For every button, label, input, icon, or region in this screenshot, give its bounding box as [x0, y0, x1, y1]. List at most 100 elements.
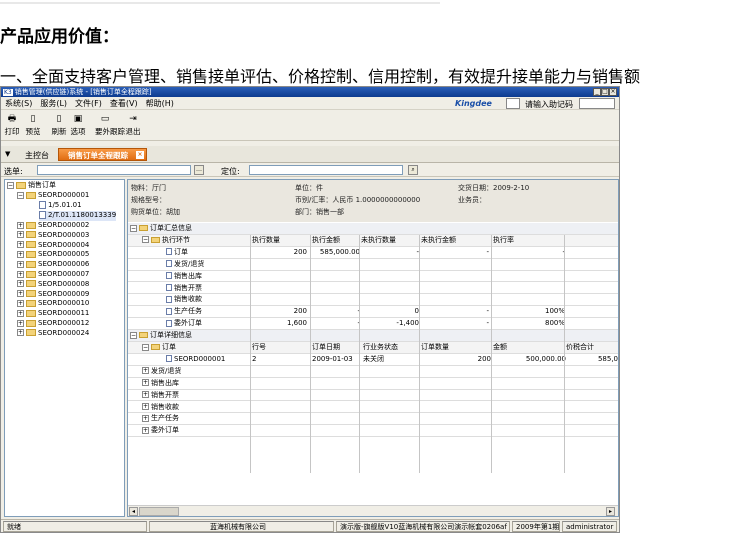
detail-other-row[interactable]: + 销售开票: [128, 390, 618, 402]
select-input[interactable]: [37, 165, 191, 175]
summary-row[interactable]: 销售开票: [128, 283, 618, 295]
detail-other-row[interactable]: + 销售收款: [128, 402, 618, 414]
expand-icon[interactable]: +: [17, 290, 24, 298]
detail-other-row[interactable]: + 委外订单: [128, 425, 618, 438]
preview-button[interactable]: ▯ 预览: [23, 114, 43, 137]
expand-icon[interactable]: +: [17, 250, 24, 258]
expand-icon[interactable]: +: [142, 403, 149, 410]
tree-item[interactable]: + SEORD000012: [17, 319, 89, 329]
expand-icon[interactable]: +: [17, 299, 24, 307]
track-button[interactable]: ▭ 要外跟踪: [95, 114, 125, 137]
folder-icon: [26, 299, 36, 307]
exit-icon: ⇥: [129, 114, 137, 124]
info-material: 物料：厅门: [131, 184, 166, 192]
scroll-thumb[interactable]: [139, 507, 179, 516]
tree-item[interactable]: + SEORD000010: [17, 299, 89, 309]
collapse-icon[interactable]: −: [130, 331, 137, 339]
options-button[interactable]: ▣ 选项: [68, 114, 88, 137]
detail-group-row[interactable]: − 订单详细信息: [128, 330, 618, 342]
summary-row[interactable]: 销售出库: [128, 271, 618, 283]
expand-icon[interactable]: +: [142, 414, 149, 422]
tree-item-label: SEORD000009: [38, 289, 90, 298]
tree-item[interactable]: + SEORD000006: [17, 260, 89, 270]
tree-item[interactable]: + SEORD000004: [17, 241, 89, 251]
maximize-button[interactable]: □: [601, 88, 609, 96]
tree-item-first[interactable]: − SEORD000001: [17, 191, 89, 201]
print-button[interactable]: 🖶 打印: [2, 114, 22, 137]
tree-item[interactable]: + SEORD000008: [17, 280, 89, 290]
expand-icon[interactable]: +: [17, 270, 24, 278]
options-label: 选项: [70, 127, 86, 136]
expand-icon[interactable]: +: [142, 391, 149, 399]
detail-col-header: 金额: [493, 343, 507, 351]
detail-other-row[interactable]: + 销售出库: [128, 378, 618, 390]
summary-row[interactable]: 生产任务200-0-100%: [128, 306, 618, 319]
tab-active-label: 销售订单全程跟踪: [68, 151, 128, 160]
summary-row[interactable]: 订单200585,000.00---: [128, 247, 618, 259]
scroll-left-icon[interactable]: ◂: [129, 507, 138, 516]
refresh-button[interactable]: ▯ 刷新: [49, 114, 69, 137]
expand-icon[interactable]: +: [142, 367, 149, 375]
tree-item[interactable]: + SEORD000007: [17, 270, 89, 280]
collapse-icon[interactable]: −: [142, 236, 149, 244]
collapse-icon[interactable]: −: [130, 224, 137, 232]
minimize-button[interactable]: _: [593, 88, 601, 96]
expand-icon[interactable]: +: [17, 319, 24, 327]
select-lookup-icon[interactable]: …: [194, 165, 204, 175]
tree-item[interactable]: + SEORD000002: [17, 221, 89, 231]
summary-group-row[interactable]: − 订单汇总信息: [128, 223, 618, 235]
horizontal-scrollbar[interactable]: ◂ ▸: [128, 505, 618, 516]
tab-home[interactable]: 主控台: [25, 150, 49, 161]
tree-item[interactable]: + SEORD000009: [17, 290, 89, 300]
expand-icon[interactable]: +: [17, 260, 24, 268]
detail-other-row[interactable]: + 发货/退货: [128, 366, 618, 378]
exit-button[interactable]: ⇥ 退出: [123, 114, 143, 137]
menu-file[interactable]: 文件(F): [75, 99, 102, 108]
menu-service[interactable]: 服务(L): [40, 99, 67, 108]
tree-child-selected[interactable]: 2/T.01.1180013339: [39, 211, 117, 221]
summary-amt: 585,000.00: [319, 247, 360, 256]
track-icon: ▭: [100, 114, 110, 124]
collapse-icon[interactable]: −: [17, 191, 24, 199]
tree-child[interactable]: 1/5.01.01: [39, 201, 82, 211]
document-icon: [166, 248, 172, 256]
summary-header-row[interactable]: − 执行环节 执行数量 执行金额 未执行数量 未执行金额 执行率: [128, 234, 618, 247]
menu-system[interactable]: 系统(S): [5, 99, 32, 108]
close-tab-icon[interactable]: ×: [136, 151, 144, 159]
collapse-icon[interactable]: −: [7, 181, 14, 189]
expand-icon[interactable]: +: [17, 329, 24, 337]
expand-icon[interactable]: +: [17, 221, 24, 229]
expand-icon[interactable]: +: [17, 309, 24, 317]
collapse-icon[interactable]: −: [142, 343, 149, 351]
expand-icon[interactable]: +: [17, 241, 24, 249]
detail-other-row[interactable]: + 生产任务: [128, 413, 618, 426]
expand-icon[interactable]: +: [142, 426, 149, 434]
menu-view[interactable]: 查看(V): [110, 99, 138, 108]
scroll-right-icon[interactable]: ▸: [606, 507, 615, 516]
folder-icon: [26, 231, 36, 239]
expand-icon[interactable]: +: [142, 379, 149, 387]
tree-item-label: SEORD000024: [38, 328, 90, 337]
expand-icon[interactable]: +: [17, 280, 24, 288]
tab-order-tracking[interactable]: 销售订单全程跟踪 ×: [58, 148, 147, 161]
summary-row[interactable]: 发货/退货: [128, 259, 618, 271]
detail-row[interactable]: SEORD000001 2 2009-01-03 未关闭 200 500,000.00 58…: [128, 354, 618, 366]
tree-item[interactable]: + SEORD000005: [17, 250, 89, 260]
help-icon[interactable]: [506, 98, 520, 109]
summary-row[interactable]: 委外订单1,600--1,400-800%: [128, 318, 618, 331]
summary-row[interactable]: 销售收款: [128, 294, 618, 307]
locate-input[interactable]: [249, 165, 403, 175]
chevron-down-icon[interactable]: ▼: [5, 150, 10, 158]
expand-icon[interactable]: +: [17, 231, 24, 239]
menu-help[interactable]: 帮助(H): [146, 99, 174, 108]
tree-item[interactable]: + SEORD000011: [17, 309, 89, 319]
tree-item[interactable]: + SEORD000024: [17, 329, 89, 339]
summary-amt: -: [310, 306, 360, 318]
close-button[interactable]: ×: [609, 88, 617, 96]
help-code-input[interactable]: [579, 98, 615, 109]
folder-icon: [26, 260, 36, 268]
detail-header-row[interactable]: − 订单 行号 订单日期 行业务状态 订单数量 金额 价税合计: [128, 342, 618, 354]
locate-icon[interactable]: ⌕: [408, 165, 418, 175]
tree-root[interactable]: − 销售订单: [7, 181, 56, 191]
tree-item[interactable]: + SEORD000003: [17, 231, 89, 241]
